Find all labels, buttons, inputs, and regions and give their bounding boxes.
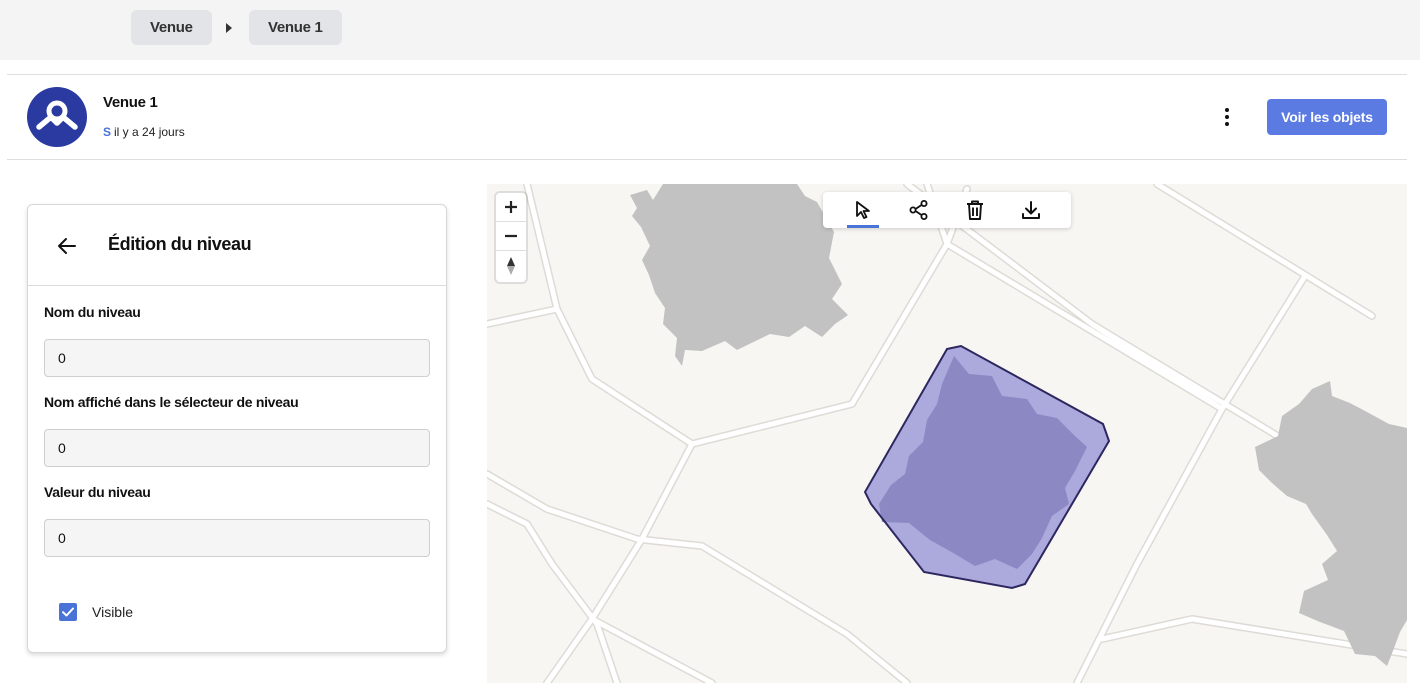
share-nodes-icon[interactable] xyxy=(891,192,947,228)
more-vertical-icon[interactable] xyxy=(1215,105,1239,129)
map-layer xyxy=(487,184,1407,683)
visible-row: Visible xyxy=(59,603,133,621)
visible-checkbox[interactable] xyxy=(59,603,77,621)
breadcrumb-item-venue-1[interactable]: Venue 1 xyxy=(249,10,342,45)
user-initial: S xyxy=(103,125,112,139)
level-value-input[interactable] xyxy=(44,519,430,557)
arrow-left-icon[interactable] xyxy=(56,235,78,257)
download-icon[interactable] xyxy=(1003,192,1059,228)
updated-time: il y a 24 jours xyxy=(114,125,185,139)
check-icon xyxy=(62,607,74,617)
level-name-label: Nom du niveau xyxy=(44,304,141,320)
zoom-controls xyxy=(496,193,526,282)
panel-title: Édition du niveau xyxy=(108,234,252,254)
trash-icon[interactable] xyxy=(947,192,1003,228)
page-title: Venue 1 xyxy=(103,94,158,111)
building-footprint xyxy=(1255,381,1407,666)
zoom-in-icon[interactable] xyxy=(496,193,526,222)
breadcrumb-separator-icon xyxy=(226,23,232,33)
brand-logo-icon xyxy=(36,100,78,130)
breadcrumb-item-venue[interactable]: Venue xyxy=(131,10,212,45)
visible-label: Visible xyxy=(92,604,133,620)
avatar xyxy=(27,87,87,147)
divider xyxy=(7,74,1407,75)
last-updated: Sil y a 24 jours xyxy=(103,125,185,139)
level-display-name-input[interactable] xyxy=(44,429,430,467)
divider xyxy=(7,159,1407,160)
level-value-label: Valeur du niveau xyxy=(44,484,151,500)
draw-toolbar xyxy=(823,192,1071,228)
map-canvas[interactable] xyxy=(487,184,1407,683)
view-objects-button[interactable]: Voir les objets xyxy=(1267,99,1387,135)
cursor-arrow-icon[interactable] xyxy=(835,192,891,228)
panel-header: Édition du niveau xyxy=(28,205,446,286)
level-name-input[interactable] xyxy=(44,339,430,377)
level-edit-panel: Édition du niveau Nom du niveau Nom affi… xyxy=(27,204,447,653)
building-footprint xyxy=(630,184,848,366)
zoom-out-icon[interactable] xyxy=(496,222,526,251)
breadcrumb-bar: Venue Venue 1 xyxy=(0,0,1420,60)
compass-icon[interactable] xyxy=(496,251,526,280)
level-display-name-label: Nom affiché dans le sélecteur de niveau xyxy=(44,394,299,410)
